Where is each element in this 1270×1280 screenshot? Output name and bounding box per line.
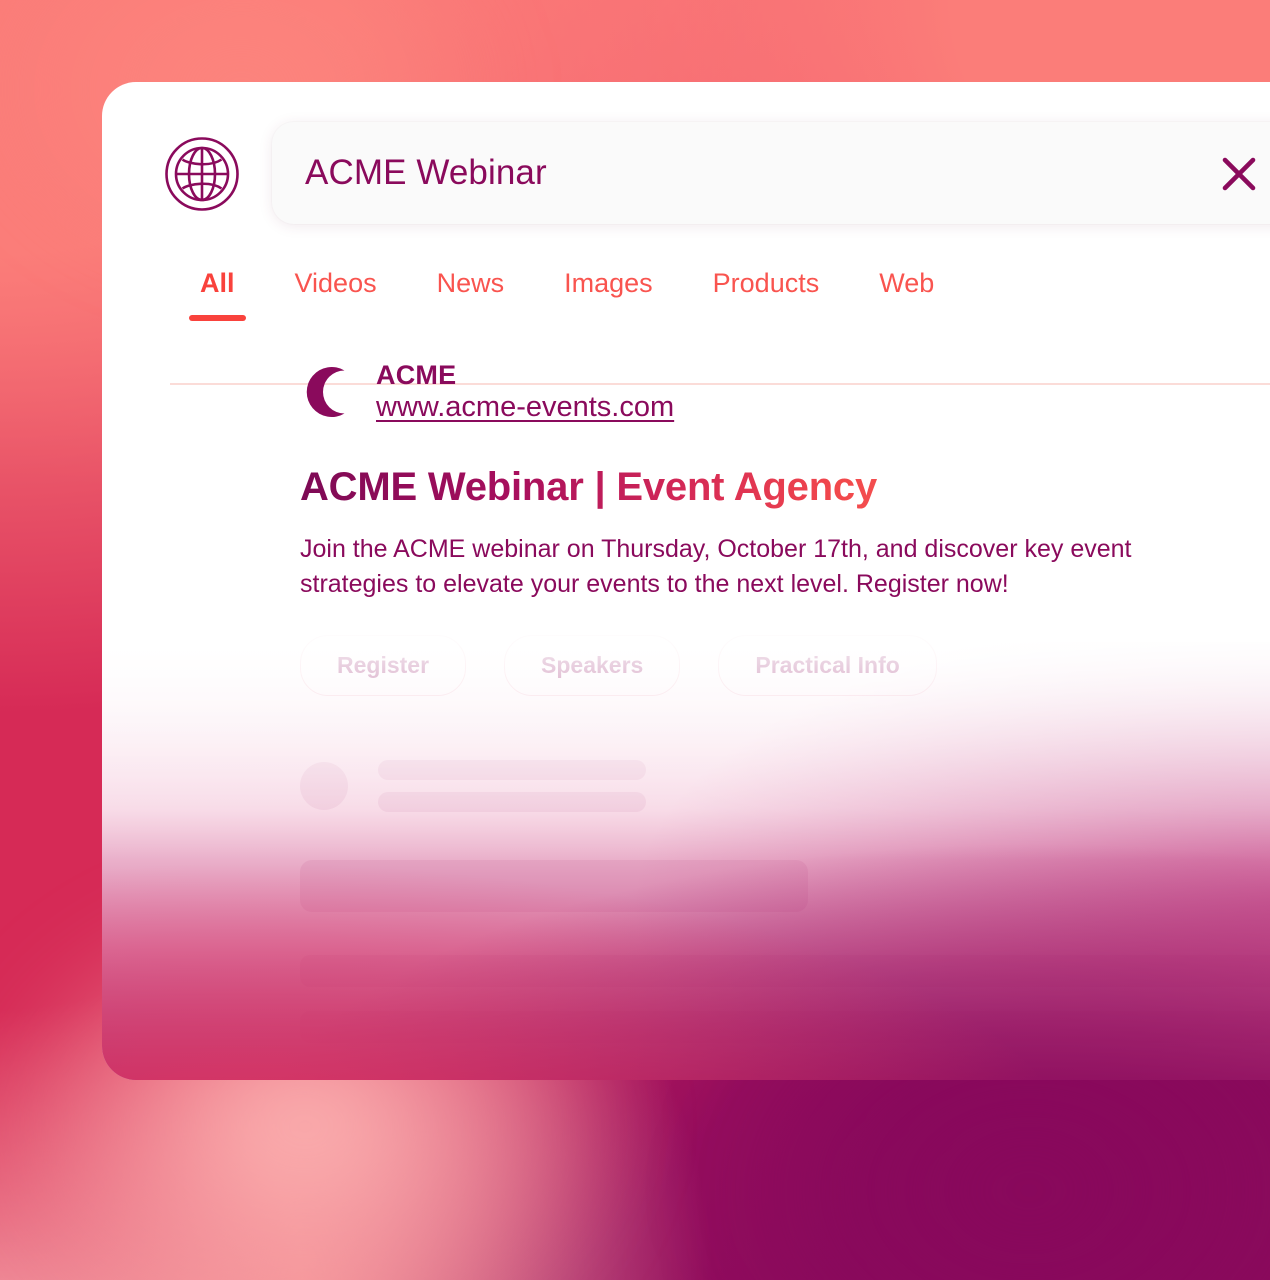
result-sitelinks: Register Speakers Practical Info	[300, 634, 1270, 696]
result-url[interactable]: www.acme-events.com	[376, 391, 674, 423]
tab-web[interactable]: Web	[849, 250, 964, 321]
skeleton-line	[378, 760, 646, 780]
tab-web-label: Web	[879, 268, 935, 298]
search-result: ACME www.acme-events.com ACME Webinar | …	[300, 360, 1270, 696]
loading-skeleton	[300, 760, 1270, 1043]
sitelink-speakers[interactable]: Speakers	[504, 634, 681, 696]
search-input[interactable]: ACME Webinar	[272, 122, 1270, 224]
skeleton-row	[300, 760, 1270, 812]
sitelink-practical-info[interactable]: Practical Info	[718, 634, 937, 696]
tab-news-label: News	[436, 268, 505, 298]
tab-videos-label: Videos	[294, 268, 377, 298]
search-input-value: ACME Webinar	[305, 153, 547, 192]
category-tabs: All Videos News Images Products Web	[102, 250, 1270, 385]
tab-products-label: Products	[712, 268, 820, 298]
tab-news[interactable]: News	[407, 250, 535, 321]
search-results-card: ACME Webinar All Videos News Images Prod…	[102, 82, 1270, 1080]
brand-name: ACME	[376, 360, 457, 390]
skeleton-line	[378, 792, 646, 812]
tab-all-label: All	[200, 268, 235, 298]
result-description: Join the ACME webinar on Thursday, Octob…	[300, 534, 1132, 599]
sitelink-register[interactable]: Register	[300, 634, 467, 696]
result-brand[interactable]: ACME www.acme-events.com	[300, 360, 1270, 424]
tab-products[interactable]: Products	[683, 250, 850, 321]
tab-images-label: Images	[564, 268, 653, 298]
result-title[interactable]: ACME Webinar | Event Agency	[300, 465, 1270, 510]
acme-crescent-logo-icon	[300, 363, 358, 421]
tab-videos[interactable]: Videos	[265, 250, 407, 321]
tab-all[interactable]: All	[170, 250, 265, 321]
globe-icon	[163, 135, 241, 213]
skeleton-bar	[300, 1011, 1270, 1043]
skeleton-avatar	[300, 762, 348, 810]
search-header: ACME Webinar	[102, 82, 1270, 242]
tab-images[interactable]: Images	[534, 250, 683, 321]
skeleton-bar	[300, 955, 1270, 987]
close-icon[interactable]	[1215, 150, 1263, 198]
skeleton-block	[300, 860, 808, 912]
